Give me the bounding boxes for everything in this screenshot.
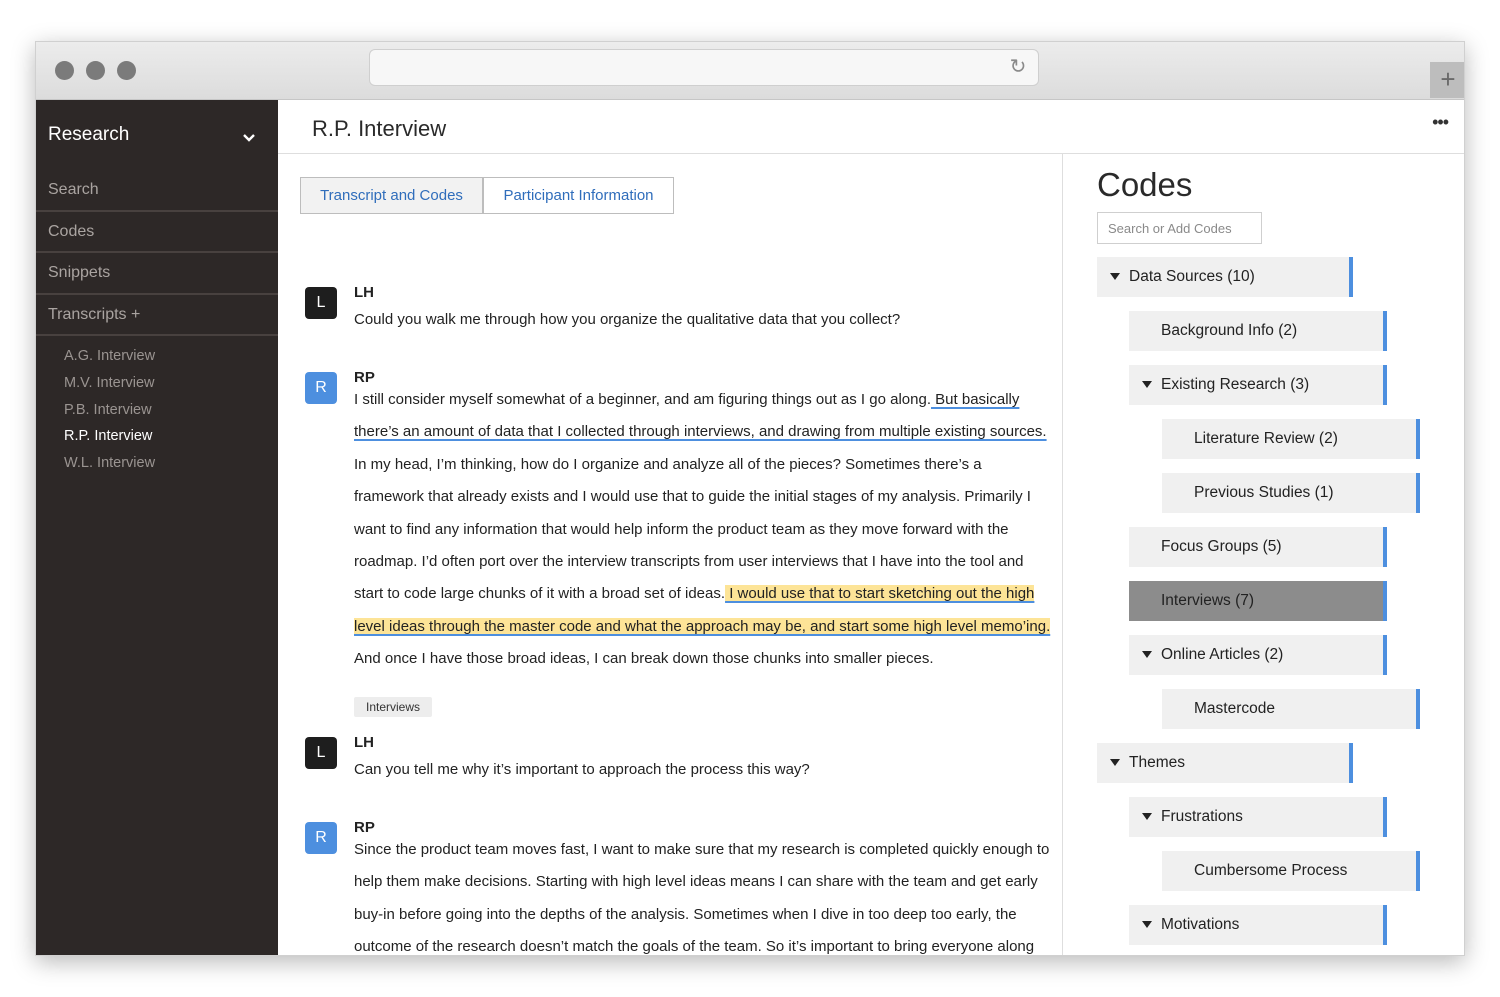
code-cumbersome-process[interactable]: Cumbersome Process bbox=[1162, 851, 1420, 891]
message-text[interactable]: Could you walk me through how you organi… bbox=[354, 304, 1054, 336]
sidebar-item-transcripts[interactable]: Transcripts + bbox=[36, 295, 278, 336]
page-header: R.P. Interview ••• bbox=[278, 100, 1464, 154]
transcript-item-wl[interactable]: W.L. Interview bbox=[64, 450, 155, 477]
code-frustrations[interactable]: Frustrations bbox=[1129, 797, 1387, 837]
caret-down-icon[interactable] bbox=[1142, 813, 1152, 820]
tab-participant-information[interactable]: Participant Information bbox=[483, 177, 674, 214]
code-label: Frustrations bbox=[1161, 808, 1243, 825]
code-previous-studies[interactable]: Previous Studies (1) bbox=[1162, 473, 1420, 513]
code-background-info[interactable]: Background Info (2) bbox=[1129, 311, 1387, 351]
code-label: Data Sources (10) bbox=[1129, 268, 1255, 285]
code-focus-groups[interactable]: Focus Groups (5) bbox=[1129, 527, 1387, 567]
avatar: R bbox=[305, 822, 337, 854]
message-text[interactable]: Can you tell me why it’s important to ap… bbox=[354, 754, 1054, 786]
transcript-panel: Transcript and Codes Participant Informa… bbox=[278, 154, 1062, 955]
sidebar-nav: Search Codes Snippets Transcripts + bbox=[36, 170, 278, 336]
code-label: Previous Studies (1) bbox=[1194, 484, 1334, 501]
sidebar: Research Search Codes Snippets Transcrip… bbox=[36, 100, 278, 955]
caret-down-icon[interactable] bbox=[1142, 921, 1152, 928]
tab-transcript-and-codes[interactable]: Transcript and Codes bbox=[300, 177, 483, 214]
code-label: Motivations bbox=[1161, 916, 1240, 933]
minimize-window-dot[interactable] bbox=[86, 61, 105, 80]
transcript-item-ag[interactable]: A.G. Interview bbox=[64, 343, 155, 370]
code-label: Themes bbox=[1129, 754, 1185, 771]
text-segment[interactable]: And once I have those broad ideas, I can… bbox=[354, 650, 934, 667]
transcript-item-rp[interactable]: R.P. Interview bbox=[64, 423, 155, 450]
maximize-window-dot[interactable] bbox=[117, 61, 136, 80]
codes-title: Codes bbox=[1097, 166, 1193, 203]
message-text[interactable]: Since the product team moves fast, I wan… bbox=[354, 834, 1054, 955]
code-label: Cumbersome Process bbox=[1194, 862, 1348, 879]
close-window-dot[interactable] bbox=[55, 61, 74, 80]
transcript-item-mv[interactable]: M.V. Interview bbox=[64, 370, 155, 397]
transcript-list: A.G. Interview M.V. Interview P.B. Inter… bbox=[64, 343, 155, 477]
code-label: Focus Groups (5) bbox=[1161, 538, 1282, 555]
chevron-down-icon[interactable] bbox=[243, 132, 255, 144]
speaker-name: LH bbox=[354, 284, 374, 301]
code-online-articles[interactable]: Online Articles (2) bbox=[1129, 635, 1387, 675]
code-label: Literature Review (2) bbox=[1194, 430, 1338, 447]
caret-down-icon[interactable] bbox=[1110, 273, 1120, 280]
speaker-name: LH bbox=[354, 734, 374, 751]
sidebar-item-codes[interactable]: Codes bbox=[36, 212, 278, 253]
new-tab-button[interactable]: + bbox=[1430, 62, 1464, 98]
browser-titlebar: ↻ + bbox=[36, 42, 1464, 100]
code-mastercode[interactable]: Mastercode bbox=[1162, 689, 1420, 729]
more-options-icon[interactable]: ••• bbox=[1432, 112, 1449, 133]
code-label: Existing Research (3) bbox=[1161, 376, 1310, 393]
transcript-item-pb[interactable]: P.B. Interview bbox=[64, 397, 155, 424]
sidebar-item-search[interactable]: Search bbox=[36, 170, 278, 212]
address-bar[interactable]: ↻ bbox=[369, 49, 1039, 86]
caret-down-icon[interactable] bbox=[1142, 651, 1152, 658]
code-label: Interviews (7) bbox=[1161, 592, 1255, 609]
code-label: Background Info (2) bbox=[1161, 322, 1298, 339]
message-text[interactable]: I still consider myself somewhat of a be… bbox=[354, 384, 1054, 676]
avatar: R bbox=[305, 372, 337, 404]
caret-down-icon[interactable] bbox=[1110, 759, 1120, 766]
browser-window: ↻ + Research Search Codes Snippets Trans… bbox=[35, 41, 1465, 956]
caret-down-icon[interactable] bbox=[1142, 381, 1152, 388]
sidebar-header[interactable]: Research bbox=[48, 124, 129, 146]
code-motivations[interactable]: Motivations bbox=[1129, 905, 1387, 945]
page-title: R.P. Interview bbox=[312, 116, 447, 141]
reload-icon[interactable]: ↻ bbox=[1008, 57, 1028, 77]
avatar: L bbox=[305, 737, 337, 769]
code-existing-research[interactable]: Existing Research (3) bbox=[1129, 365, 1387, 405]
code-label: Mastercode bbox=[1194, 700, 1275, 717]
codes-search-input[interactable] bbox=[1097, 212, 1262, 244]
text-segment[interactable]: I still consider myself somewhat of a be… bbox=[354, 391, 931, 408]
code-data-sources[interactable]: Data Sources (10) bbox=[1097, 257, 1353, 297]
code-literature-review[interactable]: Literature Review (2) bbox=[1162, 419, 1420, 459]
code-interviews[interactable]: Interviews (7) bbox=[1129, 581, 1387, 621]
code-label: Online Articles (2) bbox=[1161, 646, 1284, 663]
text-segment[interactable]: In my head, I’m thinking, how do I organ… bbox=[354, 456, 1031, 603]
avatar: L bbox=[305, 287, 337, 319]
codes-panel: Codes Data Sources (10) Background Info … bbox=[1062, 154, 1464, 955]
code-themes[interactable]: Themes bbox=[1097, 743, 1353, 783]
sidebar-item-snippets[interactable]: Snippets bbox=[36, 253, 278, 295]
code-tag-chip[interactable]: Interviews bbox=[354, 697, 433, 717]
